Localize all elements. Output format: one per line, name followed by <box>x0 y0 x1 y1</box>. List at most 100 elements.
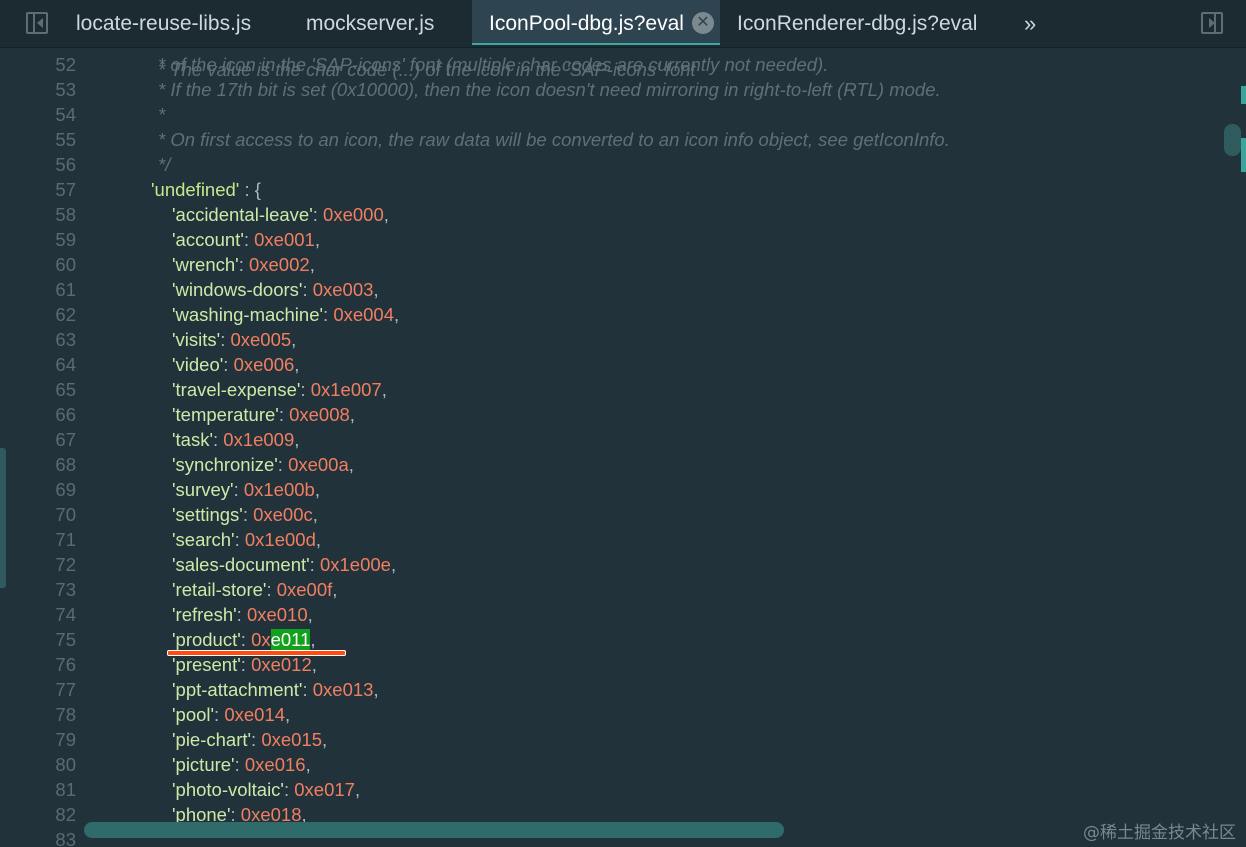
line-number: 53 <box>55 79 76 100</box>
code-line: 80 'picture': 0xe016, <box>0 752 1220 777</box>
punctuation: , <box>373 679 379 700</box>
more-tabs-icon[interactable]: » <box>1024 0 1036 47</box>
toggle-debugger-icon[interactable] <box>1201 12 1223 34</box>
punctuation: : <box>234 754 245 775</box>
line-number: 66 <box>55 404 76 425</box>
code-text: 'picture': 0xe016, <box>172 752 311 777</box>
tab-bar: locate-reuse-libs.js mockserver.js IconP… <box>0 0 1246 48</box>
punctuation: : { <box>239 179 261 200</box>
line-number: 83 <box>55 829 76 847</box>
line-number: 65 <box>55 379 76 400</box>
tab-iconpool[interactable]: IconPool-dbg.js?eval ✕ <box>472 0 720 45</box>
line-number: 59 <box>55 229 76 250</box>
code-text: 'ppt-attachment': 0xe013, <box>172 677 379 702</box>
code-line: 81 'photo-voltaic': 0xe017, <box>0 777 1220 802</box>
toggle-navigator-icon[interactable] <box>26 12 48 34</box>
line-number: 73 <box>55 579 76 600</box>
object-key: 'undefined' <box>151 179 240 200</box>
tab-iconrenderer[interactable]: IconRenderer-dbg.js?eval <box>737 0 977 47</box>
code-text: 'pool': 0xe014, <box>172 702 290 727</box>
code-line: 55 * On first access to an icon, the raw … <box>0 127 1220 152</box>
entry-value: 0xe002 <box>248 254 310 275</box>
vertical-scrollbar-thumb[interactable] <box>1224 124 1241 156</box>
entry-key: 'photo-voltaic' <box>172 779 284 800</box>
entry-value: 0xe013 <box>312 679 374 700</box>
punctuation: , <box>311 654 317 675</box>
punctuation: , <box>390 554 397 575</box>
line-number: 71 <box>55 529 76 550</box>
entry-value: 0x1e00e <box>319 554 391 575</box>
entry-key: 'picture' <box>172 754 235 775</box>
punctuation: : <box>302 679 313 700</box>
punctuation: : <box>283 779 295 800</box>
code-text: 'task': 0x1e009, <box>172 427 299 452</box>
line-number: 61 <box>55 279 76 300</box>
punctuation: , <box>294 429 300 450</box>
watermark: @稀土掘金技术社区 <box>1083 823 1236 843</box>
entry-key: 'wrench' <box>172 254 239 275</box>
scroll-marker <box>1241 138 1246 172</box>
punctuation: , <box>285 704 291 725</box>
entry-value: 0xe014 <box>224 704 286 725</box>
comment-text: * If the 17th bit is set (0x10000), then… <box>158 79 941 100</box>
punctuation: , <box>394 304 400 325</box>
punctuation: , <box>383 204 389 225</box>
punctuation: , <box>305 754 311 775</box>
code-text: 'video': 0xe006, <box>172 352 299 377</box>
tab-locate-reuse-libs[interactable]: locate-reuse-libs.js <box>76 0 251 47</box>
entry-key: 'windows-doors' <box>172 279 303 300</box>
line-number: 76 <box>55 654 76 675</box>
tab-label: IconPool-dbg.js?eval <box>489 12 684 35</box>
code-line: 75 'product': 0xe011, <box>0 627 1220 652</box>
line-number: 75 <box>55 629 76 650</box>
line-number: 56 <box>55 154 76 175</box>
code-text: 'washing-machine': 0xe004, <box>172 302 399 327</box>
code-editor[interactable]: * The value is the char code (...) of th… <box>0 48 1246 847</box>
entry-key: 'travel-expense' <box>172 379 301 400</box>
line-number: 62 <box>55 304 76 325</box>
entry-value: 0x1e009 <box>223 429 295 450</box>
code-text: 'photo-voltaic': 0xe017, <box>172 777 360 802</box>
code-line: 60 'wrench': 0xe002, <box>0 252 1220 277</box>
horizontal-scrollbar-thumb[interactable] <box>84 822 784 838</box>
tab-label: locate-reuse-libs.js <box>76 12 252 35</box>
line-number: 52 <box>55 54 76 75</box>
entry-value: 0xe00f <box>276 579 333 600</box>
entry-value: 0x1e00d <box>244 529 316 550</box>
code-line: 65 'travel-expense': 0x1e007, <box>0 377 1220 402</box>
tab-mockserver[interactable]: mockserver.js <box>306 0 434 47</box>
entry-key: 'refresh' <box>172 604 237 625</box>
code-text: 'pie-chart': 0xe015, <box>172 727 327 752</box>
entry-key: 'accidental-leave' <box>172 204 313 225</box>
code-text: 'survey': 0x1e00b, <box>172 477 320 502</box>
entry-value: 0xe00a <box>288 454 349 475</box>
entry-key: 'washing-machine' <box>172 304 324 325</box>
code-text: 'retail-store': 0xe00f, <box>172 577 337 602</box>
search-highlight: e011 <box>270 629 311 650</box>
entry-key: 'present' <box>172 654 241 675</box>
line-number: 64 <box>55 354 76 375</box>
punctuation: : <box>302 279 313 300</box>
code-line: 63 'visits': 0xe005, <box>0 327 1220 352</box>
code-line: 72 'sales-document': 0x1e00e, <box>0 552 1220 577</box>
punctuation: , <box>307 604 313 625</box>
line-number: 74 <box>55 604 76 625</box>
code-line: 68 'synchronize': 0xe00a, <box>0 452 1220 477</box>
code-text: 'product': 0xe011, <box>172 627 316 652</box>
punctuation: : <box>242 504 254 525</box>
code-line: 61 'windows-doors': 0xe003, <box>0 277 1220 302</box>
line-number: 57 <box>55 179 76 200</box>
line-number: 81 <box>55 779 76 800</box>
comment-text: * <box>158 104 166 125</box>
punctuation: : <box>220 329 231 350</box>
entry-key: 'synchronize' <box>172 454 278 475</box>
punctuation: , <box>373 279 379 300</box>
close-icon[interactable]: ✕ <box>692 12 714 34</box>
punctuation: , <box>354 779 361 800</box>
punctuation: : <box>278 404 290 425</box>
punctuation: : <box>323 304 334 325</box>
punctuation: , <box>310 629 316 650</box>
entry-key: 'settings' <box>172 504 243 525</box>
punctuation: : <box>277 454 289 475</box>
scroll-marker <box>1241 86 1246 104</box>
